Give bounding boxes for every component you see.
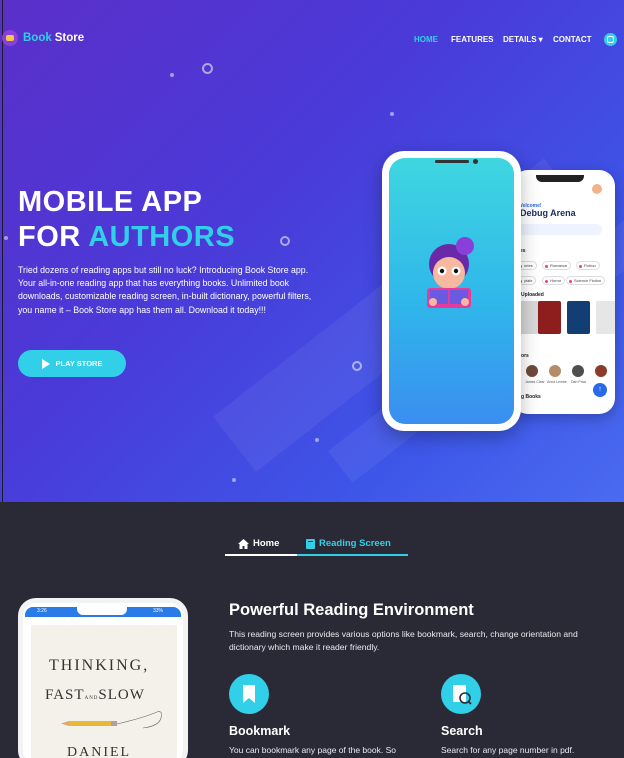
decor-ring (202, 63, 213, 74)
tab-home[interactable]: Home (238, 538, 279, 549)
author-avatar[interactable] (549, 365, 561, 377)
brand-logo-icon (2, 30, 18, 46)
hero-section: Book Store HOME FEATURES DETAILS ▾ CONTAC… (0, 0, 624, 502)
phone-mockup-reading: 3:26 33% THINKING, FASTANDSLOW DANIEL (18, 598, 188, 758)
decor-dot (390, 112, 394, 116)
decor-dot (315, 438, 319, 442)
decor-dot (170, 73, 174, 77)
app-search-input[interactable] (518, 224, 602, 235)
status-time: 3:26 (37, 608, 47, 614)
reading-section-title: Powerful Reading Environment (229, 601, 474, 619)
genre-chip[interactable]: Romance (542, 261, 572, 270)
author-name: James Clear (525, 380, 545, 384)
tab-reading-underline (297, 554, 408, 556)
decor-dot (4, 236, 8, 240)
book-title-line2: FASTANDSLOW (45, 687, 145, 704)
nav-contact-link[interactable]: CONTACT (553, 35, 592, 44)
phone-screen (389, 158, 514, 424)
feature-search-description: Search for any page number in pdf. (441, 745, 575, 755)
genre-chip[interactable]: Horror (542, 276, 566, 285)
bookmark-icon (243, 685, 255, 703)
book-cover[interactable] (538, 301, 561, 334)
book-cover[interactable] (596, 301, 615, 334)
book-author: DANIEL (67, 745, 132, 758)
chevron-down-icon: ▾ (538, 35, 543, 44)
author-name: Dan Price (571, 380, 587, 384)
feature-bookmark-title: Bookmark (229, 724, 291, 738)
book-title-line1: THINKING, (49, 657, 150, 674)
phone-notch (536, 175, 584, 182)
book-icon (306, 538, 315, 549)
nav-features-link[interactable]: FEATURES (451, 35, 494, 44)
hero-title-prefix: FOR (18, 221, 81, 253)
brand-name-part2: Store (54, 32, 85, 44)
play-store-label: PLAY STORE (55, 359, 103, 368)
user-avatar (592, 184, 602, 194)
book-title-slow: SLOW (98, 687, 145, 703)
top-nav: Book Store HOME FEATURES DETAILS ▾ CONTAC… (0, 30, 624, 50)
brand-name-part1: Book (23, 32, 52, 44)
phone-camera (473, 159, 478, 164)
reading-character-icon (427, 237, 474, 308)
scroll-up-button[interactable]: ↑ (593, 383, 607, 397)
feature-bookmark-description: You can bookmark any page of the book. S… (229, 745, 396, 755)
tab-home-underline (225, 554, 297, 556)
hero-title-line2: FOR AUTHORS (18, 221, 235, 254)
play-icon (41, 358, 50, 369)
tab-reading-screen[interactable]: Reading Screen (306, 538, 391, 549)
phone-notch (77, 607, 127, 615)
page: Book Store HOME FEATURES DETAILS ▾ CONTAC… (0, 0, 624, 758)
author-avatar[interactable] (526, 365, 538, 377)
decor-dot (232, 478, 236, 482)
search-icon (453, 685, 472, 705)
hero-title-accent: AUTHORS (88, 221, 236, 253)
hero-description: Tried dozens of reading apps but still n… (18, 265, 312, 315)
brand[interactable]: Book Store (2, 30, 84, 46)
feature-search-title: Search (441, 724, 483, 738)
phone-mockup-splash (382, 151, 521, 431)
decor-ring (280, 236, 290, 246)
phone-speaker (435, 160, 469, 163)
nav-details-link[interactable]: DETAILS ▾ (503, 35, 543, 44)
tab-reading-label: Reading Screen (319, 538, 391, 549)
feature-bookmark-badge (229, 674, 269, 714)
genre-chip[interactable]: Fiction (576, 261, 600, 270)
reading-section-description: This reading screen provides various opt… (229, 629, 578, 652)
book-title-and: AND (84, 696, 99, 701)
feature-search-badge (441, 674, 481, 714)
nav-details-label: DETAILS (503, 35, 537, 44)
app-section-trending: ng Books (518, 394, 541, 400)
author-avatar[interactable] (572, 365, 584, 377)
tab-home-label: Home (253, 538, 280, 549)
instagram-icon[interactable] (604, 33, 617, 46)
home-icon (238, 538, 249, 549)
app-username: Debug Arena (520, 208, 576, 218)
nav-home-link[interactable]: HOME (414, 35, 438, 44)
hero-title-line1: MOBILE APP (18, 186, 203, 218)
author-name: Anna Lemke (547, 380, 567, 384)
pencil-icon (61, 711, 162, 729)
author-avatar[interactable] (595, 365, 607, 377)
book-title-fast: FAST (45, 687, 85, 703)
app-section-uploaded: t Uploaded (518, 292, 544, 298)
book-cover[interactable] (567, 301, 590, 334)
genre-chip[interactable]: Science Fiction (566, 276, 606, 285)
phone-mockup-app: Welcome! Debug Arena res ories Romance F… (512, 170, 615, 414)
play-store-button[interactable]: PLAY STORE (18, 350, 126, 377)
status-battery: 33% (153, 608, 164, 614)
decor-ring (352, 361, 362, 371)
